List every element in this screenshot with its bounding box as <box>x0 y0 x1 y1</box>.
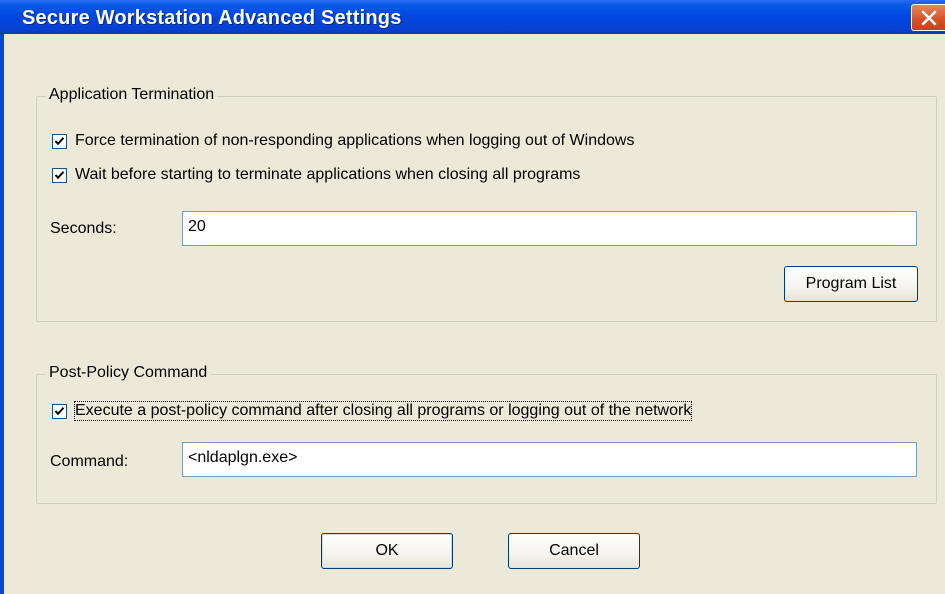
post-policy-command-group: Post-Policy Command <box>36 364 937 504</box>
command-label: Command: <box>50 453 129 470</box>
close-button[interactable] <box>911 4 945 31</box>
wait-before-row[interactable]: Wait before starting to terminate applic… <box>52 166 752 186</box>
application-termination-legend: Application Termination <box>46 86 218 104</box>
close-icon <box>921 10 937 26</box>
seconds-input[interactable]: 20 <box>182 211 917 246</box>
program-list-button[interactable]: Program List <box>784 266 918 302</box>
checkmark-icon <box>54 407 65 416</box>
force-termination-label: Force termination of non-responding appl… <box>75 132 635 149</box>
title-bar[interactable]: Secure Workstation Advanced Settings <box>0 0 945 34</box>
seconds-value: 20 <box>188 218 206 235</box>
execute-command-label: Execute a post-policy command after clos… <box>73 401 693 421</box>
execute-command-row[interactable]: Execute a post-policy command after clos… <box>52 401 842 422</box>
wait-before-checkbox[interactable] <box>52 168 67 183</box>
window-left-border <box>0 34 4 594</box>
command-value: <nldaplgn.exe> <box>188 449 298 466</box>
wait-before-label: Wait before starting to terminate applic… <box>75 166 581 183</box>
window-title: Secure Workstation Advanced Settings <box>22 7 402 29</box>
cancel-button[interactable]: Cancel <box>508 533 640 569</box>
advanced-settings-dialog: Secure Workstation Advanced Settings App… <box>0 0 945 594</box>
force-termination-checkbox[interactable] <box>52 134 67 149</box>
checkmark-icon <box>54 137 65 146</box>
checkmark-icon <box>54 171 65 180</box>
force-termination-row[interactable]: Force termination of non-responding appl… <box>52 132 812 152</box>
post-policy-command-legend: Post-Policy Command <box>46 364 211 382</box>
ok-button[interactable]: OK <box>321 533 453 569</box>
seconds-label: Seconds: <box>50 220 117 237</box>
execute-command-checkbox[interactable] <box>52 404 67 419</box>
command-input[interactable]: <nldaplgn.exe> <box>182 442 917 477</box>
